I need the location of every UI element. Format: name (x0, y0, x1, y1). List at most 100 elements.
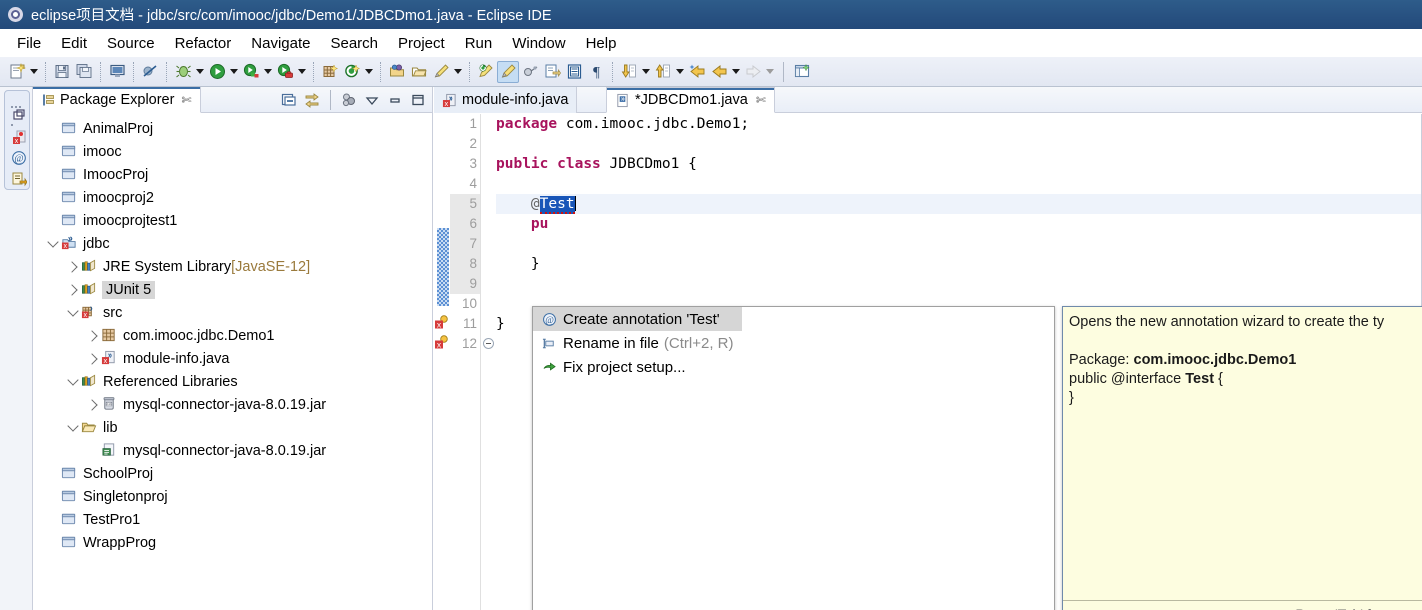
tree-item-singletonproj[interactable]: Singletonproj (33, 485, 432, 508)
error-marker-icon[interactable]: x (434, 334, 450, 350)
new-java-class-icon[interactable] (341, 61, 363, 83)
annotation-ruler[interactable]: x x (434, 114, 450, 610)
next-annotation-icon[interactable] (618, 61, 640, 83)
search-icon[interactable] (430, 61, 452, 83)
previous-annotation-dropdown-arrow[interactable] (674, 61, 686, 83)
maximize-icon[interactable] (408, 90, 428, 110)
folding-ruler[interactable] (480, 114, 494, 610)
next-annotation-dropdown-arrow[interactable] (640, 61, 652, 83)
last-edit-location-icon[interactable] (475, 61, 497, 83)
close-icon[interactable]: ✄ (756, 93, 766, 107)
code-line[interactable] (496, 134, 1422, 154)
run-dropdown-arrow[interactable] (228, 61, 240, 83)
tree-item-imoocproj2[interactable]: imoocproj2 (33, 186, 432, 209)
close-icon[interactable]: ✄ (181, 93, 191, 107)
quickfix-item-rename-in-file[interactable]: Rename in file (Ctrl+2, R) (533, 331, 1054, 355)
menu-edit[interactable]: Edit (51, 33, 97, 54)
document-arrow-icon[interactable] (9, 169, 29, 189)
menu-refactor[interactable]: Refactor (165, 33, 242, 54)
tree-item-animalproj[interactable]: AnimalProj (33, 117, 432, 140)
code-line[interactable]: pu (496, 214, 1422, 234)
tree-item-com-imooc-jdbc-demo1[interactable]: com.imooc.jdbc.Demo1 (33, 324, 432, 347)
code-line[interactable]: } (496, 254, 1422, 274)
code-line[interactable] (496, 234, 1422, 254)
external-tools-dropdown-arrow[interactable] (296, 61, 308, 83)
view-menu-icon[interactable] (362, 90, 382, 110)
restore-view-icon[interactable] (9, 105, 29, 125)
code-line[interactable] (496, 274, 1422, 294)
save-icon[interactable] (51, 61, 73, 83)
focus-on-active-task-icon[interactable] (339, 90, 359, 110)
open-type-icon[interactable] (386, 61, 408, 83)
search-dropdown-arrow[interactable] (452, 61, 464, 83)
chevron-right-icon[interactable] (85, 324, 101, 347)
external-tools-icon[interactable] (274, 61, 296, 83)
tree-item-module-info-java[interactable]: x module-info.java (33, 347, 432, 370)
chevron-right-icon[interactable] (85, 347, 101, 370)
debug-icon[interactable] (172, 61, 194, 83)
tree-item-jre-system-library[interactable]: JRE System Library [JavaSE-12] (33, 255, 432, 278)
editor-tab-module-info[interactable]: x module-info.java (434, 87, 578, 113)
at-annotation-icon[interactable]: @ (9, 148, 29, 168)
collapse-all-icon[interactable] (279, 90, 299, 110)
code-line[interactable]: public class JDBCDmo1 { (496, 154, 1422, 174)
save-all-icon[interactable] (73, 61, 95, 83)
quickfix-item-create-annotation[interactable]: @ Create annotation 'Test' (533, 307, 742, 331)
tree-item-imoocprojtest1[interactable]: imoocprojtest1 (33, 209, 432, 232)
show-whitespace-icon[interactable] (519, 61, 541, 83)
link-with-editor-icon[interactable] (302, 90, 322, 110)
package-explorer-tree[interactable]: AnimalProj imooc ImoocProj imoocproj2 imoocp… (33, 114, 432, 610)
code-line[interactable]: @Test (496, 194, 1422, 214)
tree-item-src[interactable]: x src (33, 301, 432, 324)
previous-annotation-icon[interactable] (652, 61, 674, 83)
new-java-class-dropdown-arrow[interactable] (363, 61, 375, 83)
menu-help[interactable]: Help (576, 33, 627, 54)
new-java-package-icon[interactable] (319, 61, 341, 83)
new-wizard-icon[interactable] (6, 61, 28, 83)
back-icon[interactable] (708, 61, 730, 83)
tree-item-lib[interactable]: lib (33, 416, 432, 439)
code-line[interactable] (496, 174, 1422, 194)
menu-project[interactable]: Project (388, 33, 455, 54)
menu-navigate[interactable]: Navigate (241, 33, 320, 54)
tree-item-imooc[interactable]: imooc (33, 140, 432, 163)
toggle-mark-occurrences-icon[interactable] (497, 60, 519, 83)
quickfix-item-fix-project-setup[interactable]: Fix project setup... (533, 355, 1054, 379)
forward-icon[interactable] (742, 61, 764, 83)
package-explorer-tab[interactable]: Package Explorer ✄ (33, 87, 201, 113)
chevron-right-icon[interactable] (85, 393, 101, 416)
menu-search[interactable]: Search (320, 33, 388, 54)
chevron-down-icon[interactable] (65, 370, 81, 393)
code-line[interactable]: package com.imooc.jdbc.Demo1; (496, 114, 1422, 134)
new-wizard-dropdown-arrow[interactable] (28, 61, 40, 83)
back-dropdown-arrow[interactable] (730, 61, 742, 83)
chevron-right-icon[interactable] (65, 255, 81, 278)
next-edit-icon[interactable] (541, 61, 563, 83)
menu-run[interactable]: Run (455, 33, 503, 54)
tree-item-mysql-connector-java-8-0-19-jar[interactable]: mysql-connector-java-8.0.19.jar (33, 439, 432, 462)
chevron-down-icon[interactable] (65, 301, 81, 324)
block-selection-icon[interactable] (563, 61, 585, 83)
run-icon[interactable] (206, 61, 228, 83)
tree-item-junit-5[interactable]: JUnit 5 (33, 278, 432, 301)
tree-item-mysql-connector-java-8-0-19-jar[interactable]: 010 mysql-connector-java-8.0.19.jar (33, 393, 432, 416)
coverage-dropdown-arrow[interactable] (262, 61, 274, 83)
minimize-icon[interactable] (385, 90, 405, 110)
open-task-icon[interactable] (408, 61, 430, 83)
debug-dropdown-arrow[interactable] (194, 61, 206, 83)
coverage-icon[interactable] (240, 61, 262, 83)
tree-item-schoolproj[interactable]: SchoolProj (33, 462, 432, 485)
tree-item-referenced-libraries[interactable]: Referenced Libraries (33, 370, 432, 393)
back-history-icon[interactable] (686, 61, 708, 83)
menu-window[interactable]: Window (502, 33, 575, 54)
console-icon[interactable] (106, 61, 128, 83)
chevron-right-icon[interactable] (65, 278, 81, 301)
chevron-down-icon[interactable] (65, 416, 81, 439)
java-error-file-icon[interactable]: x (9, 127, 29, 147)
tree-item-jdbc[interactable]: x jdbc (33, 232, 432, 255)
tree-item-testpro1[interactable]: TestPro1 (33, 508, 432, 531)
quick-fix-popup[interactable]: @ Create annotation 'Test' Rename in fil… (532, 306, 1055, 610)
chevron-down-icon[interactable] (45, 232, 61, 255)
tree-item-wrappprog[interactable]: WrappProg (33, 531, 432, 554)
menu-file[interactable]: File (7, 33, 51, 54)
